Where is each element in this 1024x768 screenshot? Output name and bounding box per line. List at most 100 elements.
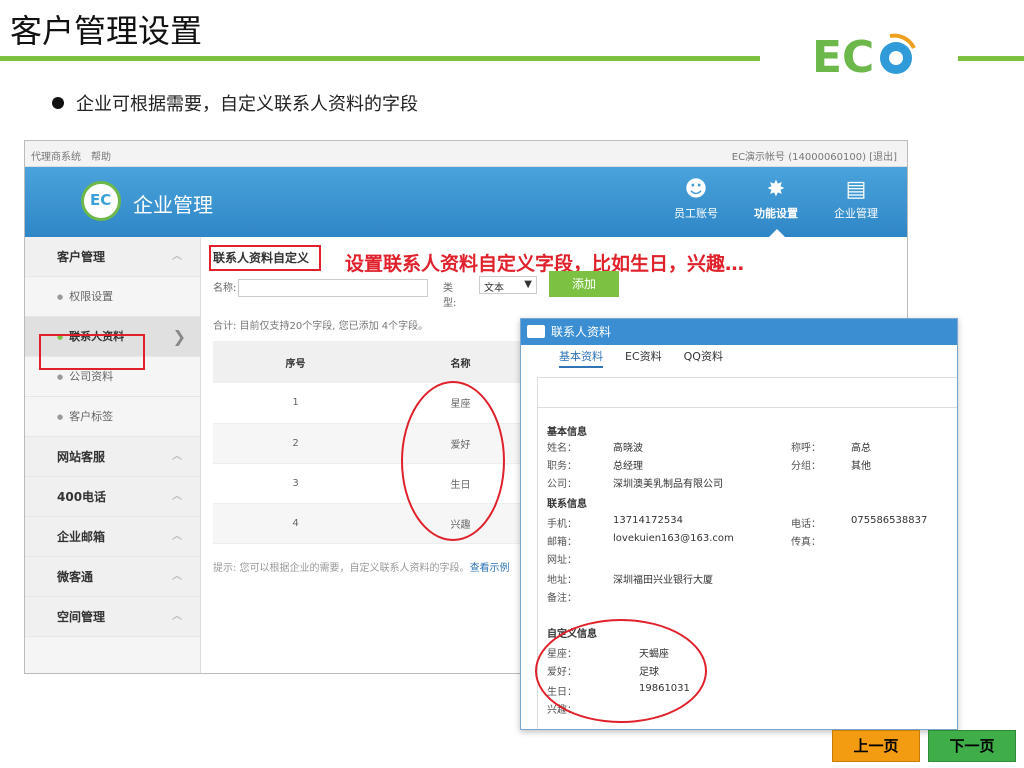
help-link[interactable]: 帮助 [91,152,111,163]
nav-staff-account[interactable]: ☻ 员工账号 [661,175,731,237]
popup-tabs: 基本资料 EC资料 QQ资料 [521,345,957,371]
select-value: 文本 [484,283,504,294]
next-page-button[interactable]: 下一页 [928,730,1016,762]
cell-index: 4 [213,503,378,544]
dropdown-arrow-icon: ▼ [524,279,532,290]
sidebar-item-label: 企业邮箱 [57,530,106,544]
popup-header: 联系人资料 [521,319,957,345]
hint-body: 提示: 您可以根据企业的需要，自定义联系人资料的字段。 [213,563,470,574]
sidebar-group-space[interactable]: 空间管理 ︿ [25,597,200,637]
sidebar-group-web-service[interactable]: 网站客服 ︿ [25,437,200,477]
sidebar-item-customer-tags[interactable]: 客户标签 [25,397,200,437]
title-underline-right [958,56,1024,61]
app-header: EC 企业管理 ☻ 员工账号 ✸ 功能设置 ▤ 企业管理 [25,167,907,237]
col-header-index: 序号 [213,341,378,383]
email-label: 邮箱： [547,537,577,548]
highlight-box-title [209,245,321,271]
ec-logo-text: EC [812,32,874,82]
chevron-up-icon: ︿ [172,251,182,262]
slide: 客户管理设置 EC 企业可根据需要，自定义联系人资料的字段 代理商系统 帮助 EC… [0,0,1024,768]
group-value: 其他 [851,461,871,472]
sidebar-item-label: 400电话 [57,490,107,504]
nav-label: 企业管理 [834,207,878,220]
add-field-form: 名称: 类型: 文本 ▼ 添加 [213,271,619,309]
cell-index: 2 [213,423,378,464]
chevron-up-icon: ︿ [172,451,182,462]
sidebar-item-label: 微客通 [57,570,94,584]
sidebar-item-label: 公司资料 [69,370,114,383]
sidebar-item-label: 客户标签 [69,410,114,423]
bullet-point: 企业可根据需要，自定义联系人资料的字段 [52,90,418,116]
job-label: 职务： [547,461,577,472]
sidebar-group-weiketong[interactable]: 微客通 ︿ [25,557,200,597]
tab-basic-info[interactable]: 基本资料 [559,350,603,368]
sidebar-item-label: 网站客服 [57,450,106,464]
sidebar-item-label: 权限设置 [69,290,114,303]
prev-page-button[interactable]: 上一页 [832,730,920,762]
ec-logo-icon: EC [812,32,916,82]
phone-label: 电话： [791,519,821,530]
highlight-ellipse-fields [401,381,505,541]
app-topbar: 代理商系统 帮助 EC演示帐号 (14000060100) [退出] [25,141,907,167]
nav-label: 功能设置 [754,207,798,220]
name-label: 名称: [213,283,237,294]
field-name-input[interactable] [238,279,429,297]
nav-function-settings[interactable]: ✸ 功能设置 [741,175,811,237]
phone-value: 075586538837 [851,515,928,526]
callout-text: 设置联系人资料自定义字段，比如生日，兴趣… [345,253,745,275]
field-count-text: 合计: 目前仅支持20个字段, 您已添加 4个字段。 [213,321,429,332]
group-label: 分组： [791,461,821,472]
sidebar-item-label: 客户管理 [57,250,106,264]
company-value: 深圳澳美乳制品有限公司 [613,479,723,490]
section-contact-info: 联系信息 [547,499,587,510]
hint-text: 提示: 您可以根据企业的需要，自定义联系人资料的字段。查看示例 [213,559,510,574]
address-value: 深圳福田兴业银行大厦 [613,575,713,586]
nav-enterprise-management[interactable]: ▤ 企业管理 [821,175,891,237]
cell-index: 1 [213,383,378,424]
chevron-right-icon: ❯ [172,327,186,346]
popup-toolbar [538,378,957,408]
chevron-up-icon: ︿ [172,491,182,502]
cell-index: 3 [213,463,378,504]
highlight-box-sidebar [39,334,145,370]
website-label: 网址： [547,555,577,566]
type-label: 类型: [443,283,457,309]
sidebar-group-400-phone[interactable]: 400电话 ︿ [25,477,200,517]
col-header-name: 名称 [378,341,543,383]
staff-icon: ☻ [684,177,708,202]
chevron-up-icon: ︿ [172,571,182,582]
sidebar-item-label: 空间管理 [57,610,106,624]
view-example-link[interactable]: 查看示例 [470,563,510,574]
contact-info-popup: 联系人资料 基本资料 EC资料 QQ资料 基本信息 姓名： 高晓波 称呼： 高总 职… [520,318,958,730]
tab-qq-info[interactable]: QQ资料 [684,350,723,363]
chevron-up-icon: ︿ [172,611,182,622]
agent-system-link[interactable]: 代理商系统 [31,152,81,163]
enterprise-logo-icon: EC [81,181,121,221]
nav-label: 员工账号 [674,207,718,220]
mobile-label: 手机： [547,519,577,530]
chevron-up-icon: ︿ [172,531,182,542]
sidebar-group-customer[interactable]: 客户管理 ︿ [25,237,200,277]
title-label: 称呼： [791,443,821,454]
title-underline [0,56,760,61]
header-title: 企业管理 [133,193,213,217]
sidebar-item-permissions[interactable]: 权限设置 [25,277,200,317]
field-type-select[interactable]: 文本 ▼ [479,276,537,294]
mobile-value: 13714172534 [613,515,683,526]
gear-icon: ✸ [766,177,786,202]
contact-card-icon [527,325,545,338]
slide-title: 客户管理设置 [10,12,203,50]
sidebar-group-enterprise-mail[interactable]: 企业邮箱 ︿ [25,517,200,557]
add-button[interactable]: 添加 [549,271,619,297]
account-info[interactable]: EC演示帐号 (14000060100) [退出] [732,148,897,163]
bullet-dot-icon [52,97,64,109]
tab-ec-info[interactable]: EC资料 [625,350,662,363]
enterprise-logo-text: EC [90,191,112,209]
title-value: 高总 [851,443,871,454]
section-basic-info: 基本信息 [547,427,587,438]
table-header-row: 序号 名称 [213,341,543,383]
note-label: 备注： [547,593,577,604]
email-value: lovekuien163@163.com [613,533,734,544]
name-label: 姓名： [547,443,577,454]
highlight-ellipse-custom [535,619,707,723]
